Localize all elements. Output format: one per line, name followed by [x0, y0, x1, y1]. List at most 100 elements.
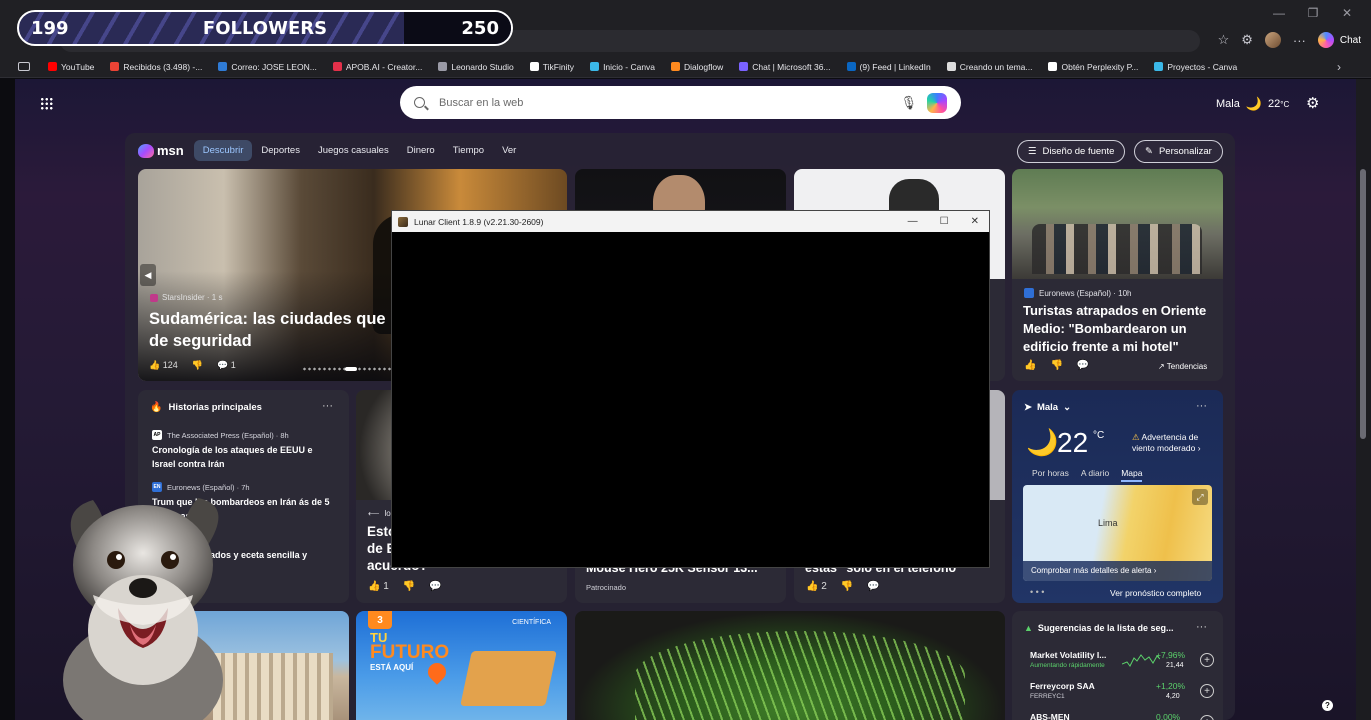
lunar-titlebar[interactable]: Lunar Client 1.8.9 (v2.21.30-2609) — ☐ ✕ [392, 211, 989, 232]
close-icon[interactable]: ✕ [1341, 6, 1353, 20]
maximize-icon[interactable]: ☐ [940, 216, 949, 227]
weather-alert[interactable]: ⚠ Advertencia de viento moderado › [1132, 432, 1214, 454]
bookmark-item[interactable]: TikFinity [522, 62, 582, 72]
favorite-star-icon[interactable]: ☆ [1218, 32, 1230, 48]
like-icon[interactable]: 👍 [1024, 360, 1036, 371]
dislike-icon[interactable]: 👎 [403, 581, 415, 592]
more-options-icon[interactable]: ··· [1196, 621, 1207, 633]
add-to-watchlist-icon[interactable]: + [1200, 653, 1214, 667]
microphone-icon[interactable]: 🎙 [900, 95, 917, 111]
add-to-watchlist-icon[interactable]: + [1200, 684, 1214, 698]
web-search-box[interactable]: Buscar en la web 🎙 [400, 86, 961, 119]
hero-title[interactable]: Sudamérica: las ciudades que de segurida… [149, 308, 394, 352]
ad-card-cientifica[interactable]: 3 TU FUTURO ESTÁ AQUÍ CIENTÍFICA [356, 611, 567, 720]
page-scrollbar[interactable] [1356, 79, 1371, 720]
stock-row[interactable]: Market Volatility I... Aumentando rápidam… [1030, 648, 1214, 676]
carousel-prev-icon[interactable]: ◀ [140, 264, 156, 286]
personalize-button[interactable]: ✎ Personalizar [1134, 140, 1223, 163]
top-weather-widget[interactable]: Mala 🌙 22°C [1216, 96, 1289, 112]
msn-tab-ver[interactable]: Ver [493, 140, 525, 161]
news-card-herbs[interactable] [575, 611, 1005, 720]
settings-gear-icon[interactable]: ⚙ [1306, 94, 1319, 112]
copilot-icon[interactable] [1317, 32, 1334, 48]
search-input[interactable]: Buscar en la web [439, 97, 900, 109]
weather-tab-daily[interactable]: A diario [1081, 468, 1109, 482]
stock-price: 21,44 [1166, 662, 1184, 669]
msn-tab-dinero[interactable]: Dinero [398, 140, 444, 161]
dislike-icon[interactable]: 👎 [841, 581, 853, 592]
bookmark-item[interactable]: Dialogflow [663, 62, 731, 72]
bookmark-item[interactable]: Proyectos - Canva [1146, 62, 1245, 72]
full-forecast-link[interactable]: Ver pronóstico completo [1110, 588, 1201, 598]
msn-tab-juegos-casuales[interactable]: Juegos casuales [309, 140, 398, 161]
bookmark-item[interactable]: Obtén Perplexity P... [1040, 62, 1146, 72]
dislike-icon[interactable]: 👎 [1050, 360, 1062, 371]
comment-icon[interactable]: 💬 [429, 581, 441, 592]
bookmark-item[interactable]: Inicio - Canva [582, 62, 663, 72]
source-logo-icon [150, 293, 158, 302]
carousel-pager[interactable] [302, 367, 392, 371]
trending-label[interactable]: ↗ Tendencias [1158, 362, 1207, 371]
phone-actions: 👍 2 👎 💬 [806, 581, 880, 592]
bookmark-item[interactable]: Creando un tema... [939, 62, 1041, 72]
copilot-search-icon[interactable] [927, 92, 947, 113]
weather-map[interactable]: Lima ⤢ Comprobar más detalles de alerta … [1023, 485, 1212, 581]
weather-pager[interactable]: • • • [1030, 587, 1044, 597]
more-menu-icon[interactable]: ··· [1293, 33, 1306, 48]
bookmark-item[interactable]: APOB.AI - Creator... [325, 62, 431, 72]
sidebar-toggle-icon[interactable] [18, 62, 30, 71]
dislike-icon[interactable]: 👎 [192, 360, 203, 371]
lunar-client-window[interactable]: Lunar Client 1.8.9 (v2.21.30-2609) — ☐ ✕ [391, 210, 990, 568]
like-button[interactable]: 👍 124 [149, 360, 178, 371]
weather-location[interactable]: ➤ Mala ⌄ [1024, 402, 1071, 413]
chat-label[interactable]: Chat [1340, 35, 1361, 46]
expand-icon[interactable]: ⤢ [1192, 489, 1208, 505]
more-options-icon[interactable]: ··· [322, 400, 333, 412]
like-button[interactable]: 👍 2 [806, 581, 827, 592]
comment-icon[interactable]: 💬 [867, 581, 879, 592]
close-icon[interactable]: ✕ [971, 216, 979, 227]
story-title[interactable]: Cronología de los ataques de EEUU e Isra… [152, 443, 337, 471]
tourists-title[interactable]: Turistas atrapados en Oriente Medio: "Bo… [1023, 302, 1218, 356]
scrollbar-thumb[interactable] [1360, 169, 1366, 439]
restore-icon[interactable]: ❐ [1307, 6, 1319, 20]
weather-temp: 22 [1057, 427, 1089, 458]
bookmark-item[interactable]: YouTube [40, 62, 102, 72]
profile-avatar[interactable] [1264, 32, 1281, 48]
extensions-icon[interactable]: ⚙ [1241, 32, 1253, 48]
font-design-button[interactable]: ☰ Diseño de fuente [1017, 140, 1126, 163]
apps-grid-icon[interactable] [40, 97, 53, 110]
stock-row[interactable]: Ferreycorp SAA FERREYC1 +1,20% 4,20 + [1030, 679, 1214, 707]
dog-mascot-image [63, 498, 223, 720]
bookmark-item[interactable]: Chat | Microsoft 36... [731, 62, 838, 72]
weather-tab-map[interactable]: Mapa [1121, 468, 1143, 482]
comment-button[interactable]: 💬 1 [217, 360, 236, 371]
comment-icon[interactable]: 💬 [1077, 360, 1089, 371]
news-card-tourists[interactable]: Euronews (Español) · 10h Turistas atrapa… [1012, 169, 1223, 381]
stock-sparkline-line [1122, 654, 1160, 667]
weather-card[interactable]: ➤ Mala ⌄ ··· 🌙 22 °C ⚠ Advertencia de vien… [1012, 390, 1223, 603]
moon-icon: 🌙 [1026, 427, 1059, 457]
more-options-icon[interactable]: ··· [1196, 400, 1207, 412]
weather-tab-hourly[interactable]: Por horas [1032, 468, 1069, 482]
bookmark-item[interactable]: (9) Feed | LinkedIn [839, 62, 939, 72]
minimize-icon[interactable]: — [908, 216, 918, 227]
bookmark-item[interactable]: Leonardo Studio [430, 62, 521, 72]
msn-logo[interactable]: msn [138, 143, 184, 158]
chevron-right-icon[interactable]: › [1337, 60, 1341, 74]
minimize-icon[interactable]: — [1273, 6, 1285, 20]
msn-tab-tiempo[interactable]: Tiempo [444, 140, 493, 161]
alert-details-link[interactable]: Comprobar más detalles de alerta › [1023, 561, 1212, 581]
stock-row[interactable]: ABS-MEN 0,00% + [1030, 710, 1214, 720]
like-button[interactable]: 👍 1 [368, 581, 389, 592]
flame-icon: 🔥 [150, 402, 163, 413]
msn-tab-descubrir[interactable]: Descubrir [193, 140, 253, 161]
bookmark-item[interactable]: Correo: JOSE LEON... [210, 62, 325, 72]
stock-sparkline [1122, 654, 1160, 667]
add-to-watchlist-icon[interactable]: + [1200, 715, 1214, 720]
help-icon[interactable]: ? [1322, 700, 1333, 711]
followers-label: FOLLOWERS [202, 17, 328, 39]
bookmark-item[interactable]: Recibidos (3.498) -... [102, 62, 210, 72]
bookmark-label: Chat | Microsoft 36... [752, 61, 831, 72]
msn-tab-deportes[interactable]: Deportes [252, 140, 309, 161]
